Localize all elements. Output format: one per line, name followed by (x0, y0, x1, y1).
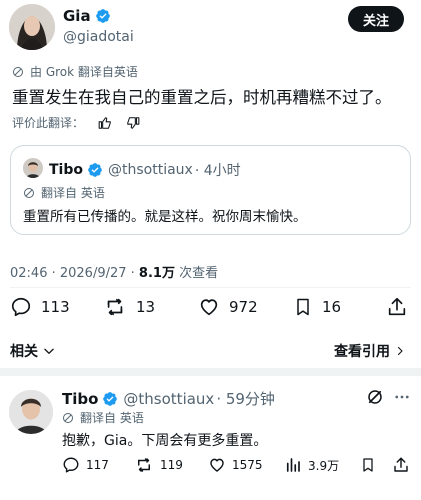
share-button[interactable] (386, 296, 408, 318)
quote-avatar (23, 158, 43, 178)
author-name-row[interactable]: Gia (63, 7, 111, 25)
reply-retweet-button[interactable]: 119 (134, 456, 183, 474)
reply-views-count: 3.9万 (308, 458, 340, 473)
quote-translation-note-text: 翻译自 英语 (41, 186, 105, 200)
author-avatar[interactable] (9, 4, 55, 50)
quote-author-row: Tibo @thsottiaux · 4小时 (49, 160, 241, 180)
reply-like-button[interactable]: 1575 (208, 456, 263, 474)
reply-avatar[interactable] (9, 390, 53, 434)
bookmark-button[interactable]: 16 (293, 296, 341, 318)
translation-note[interactable]: 由 Grok 翻译自英语 (12, 63, 138, 80)
quote-time: · 4小时 (194, 163, 241, 179)
reply-button[interactable]: 113 (10, 296, 70, 318)
related-toggle[interactable]: 相关 (10, 341, 56, 361)
related-label: 相关 (10, 344, 38, 360)
tweet-action-bar: 113 13 972 16 (0, 296, 421, 320)
divider-top (10, 287, 411, 288)
translate-icon (12, 66, 24, 78)
reply-time: · 59分钟 (216, 390, 275, 408)
thumbs-up-icon[interactable] (98, 116, 112, 130)
author-handle[interactable]: @giadotai (63, 29, 134, 45)
chevron-down-icon (42, 344, 56, 358)
follow-button-label: 关注 (362, 13, 389, 29)
translation-note-text: 由 Grok 翻译自英语 (30, 65, 138, 79)
follow-button[interactable]: 关注 (348, 6, 404, 32)
reply-translation-note-text: 翻译自 英语 (80, 411, 144, 425)
reply-count: 113 (41, 298, 70, 316)
retweet-icon (134, 456, 154, 474)
reply-bookmark-button[interactable] (360, 456, 376, 474)
reply-retweet-count: 119 (160, 458, 183, 472)
quote-tweet-card[interactable]: Tibo @thsottiaux · 4小时 翻译自 英语 重置所有已传播的。就… (10, 145, 411, 235)
quote-handle: @thsottiaux (108, 162, 193, 178)
views-icon (284, 456, 302, 474)
grok-icon[interactable] (366, 388, 384, 406)
verified-badge-icon (102, 391, 118, 407)
bookmark-icon (293, 296, 313, 318)
like-button[interactable]: 972 (198, 296, 258, 318)
like-count: 972 (229, 298, 258, 316)
view-quotes-label: 查看引用 (334, 344, 390, 360)
tweet-text: 重置发生在我自己的重置之后，时机再糟糕不过了。 (12, 88, 392, 107)
quote-display-name: Tibo (49, 162, 83, 178)
retweet-button[interactable]: 13 (103, 296, 155, 318)
view-quotes-link[interactable]: 查看引用 (334, 341, 406, 361)
quote-translation-note: 翻译自 英语 (23, 184, 105, 201)
translate-icon (23, 187, 35, 199)
verified-badge-icon (87, 162, 103, 178)
reply-reply-button[interactable]: 117 (62, 456, 109, 474)
bookmark-icon (360, 456, 376, 474)
quote-text: 重置所有已传播的。就是这样。祝你周末愉快。 (23, 209, 307, 225)
reply-reply-count: 117 (86, 458, 109, 472)
section-separator (0, 368, 421, 376)
reply-text: 抱歉，Gia。下周会有更多重置。 (62, 433, 268, 449)
thumbs-down-icon[interactable] (126, 116, 140, 130)
translate-icon (62, 412, 74, 424)
reply-author-row[interactable]: Tibo @thsottiaux · 59分钟 (62, 388, 275, 409)
views-label: 次查看 (174, 266, 219, 281)
reply-action-bar: 117 119 1575 3.9万 (0, 456, 421, 476)
reply-icon (62, 456, 80, 474)
share-icon (392, 456, 410, 474)
reply-share-button[interactable] (392, 456, 410, 474)
share-icon (386, 296, 408, 318)
retweet-count: 13 (136, 298, 156, 316)
reply-display-name[interactable]: Tibo (62, 390, 98, 408)
like-icon (208, 456, 226, 474)
bookmark-count: 16 (322, 298, 342, 316)
reply-handle[interactable]: @thsottiaux (123, 390, 214, 408)
reply-views-button[interactable]: 3.9万 (284, 456, 339, 474)
tweet-meta: 02:46 · 2026/9/27 · 8.1万 次查看 (10, 262, 218, 281)
reply-icon (10, 296, 32, 318)
author-display-name[interactable]: Gia (63, 7, 91, 25)
rate-translation-row: 评价此翻译： (12, 114, 140, 131)
views-count: 8.1万 (138, 266, 175, 281)
more-icon[interactable] (393, 388, 411, 406)
retweet-icon (103, 296, 127, 318)
tweet-timestamp[interactable]: 02:46 · 2026/9/27 · (10, 266, 139, 281)
verified-badge-icon (95, 8, 111, 24)
reply-translation-note[interactable]: 翻译自 英语 (62, 409, 144, 426)
like-icon (198, 296, 220, 318)
rate-translation-label: 评价此翻译： (12, 116, 85, 130)
reply-like-count: 1575 (232, 458, 263, 472)
chevron-right-icon (394, 344, 406, 358)
